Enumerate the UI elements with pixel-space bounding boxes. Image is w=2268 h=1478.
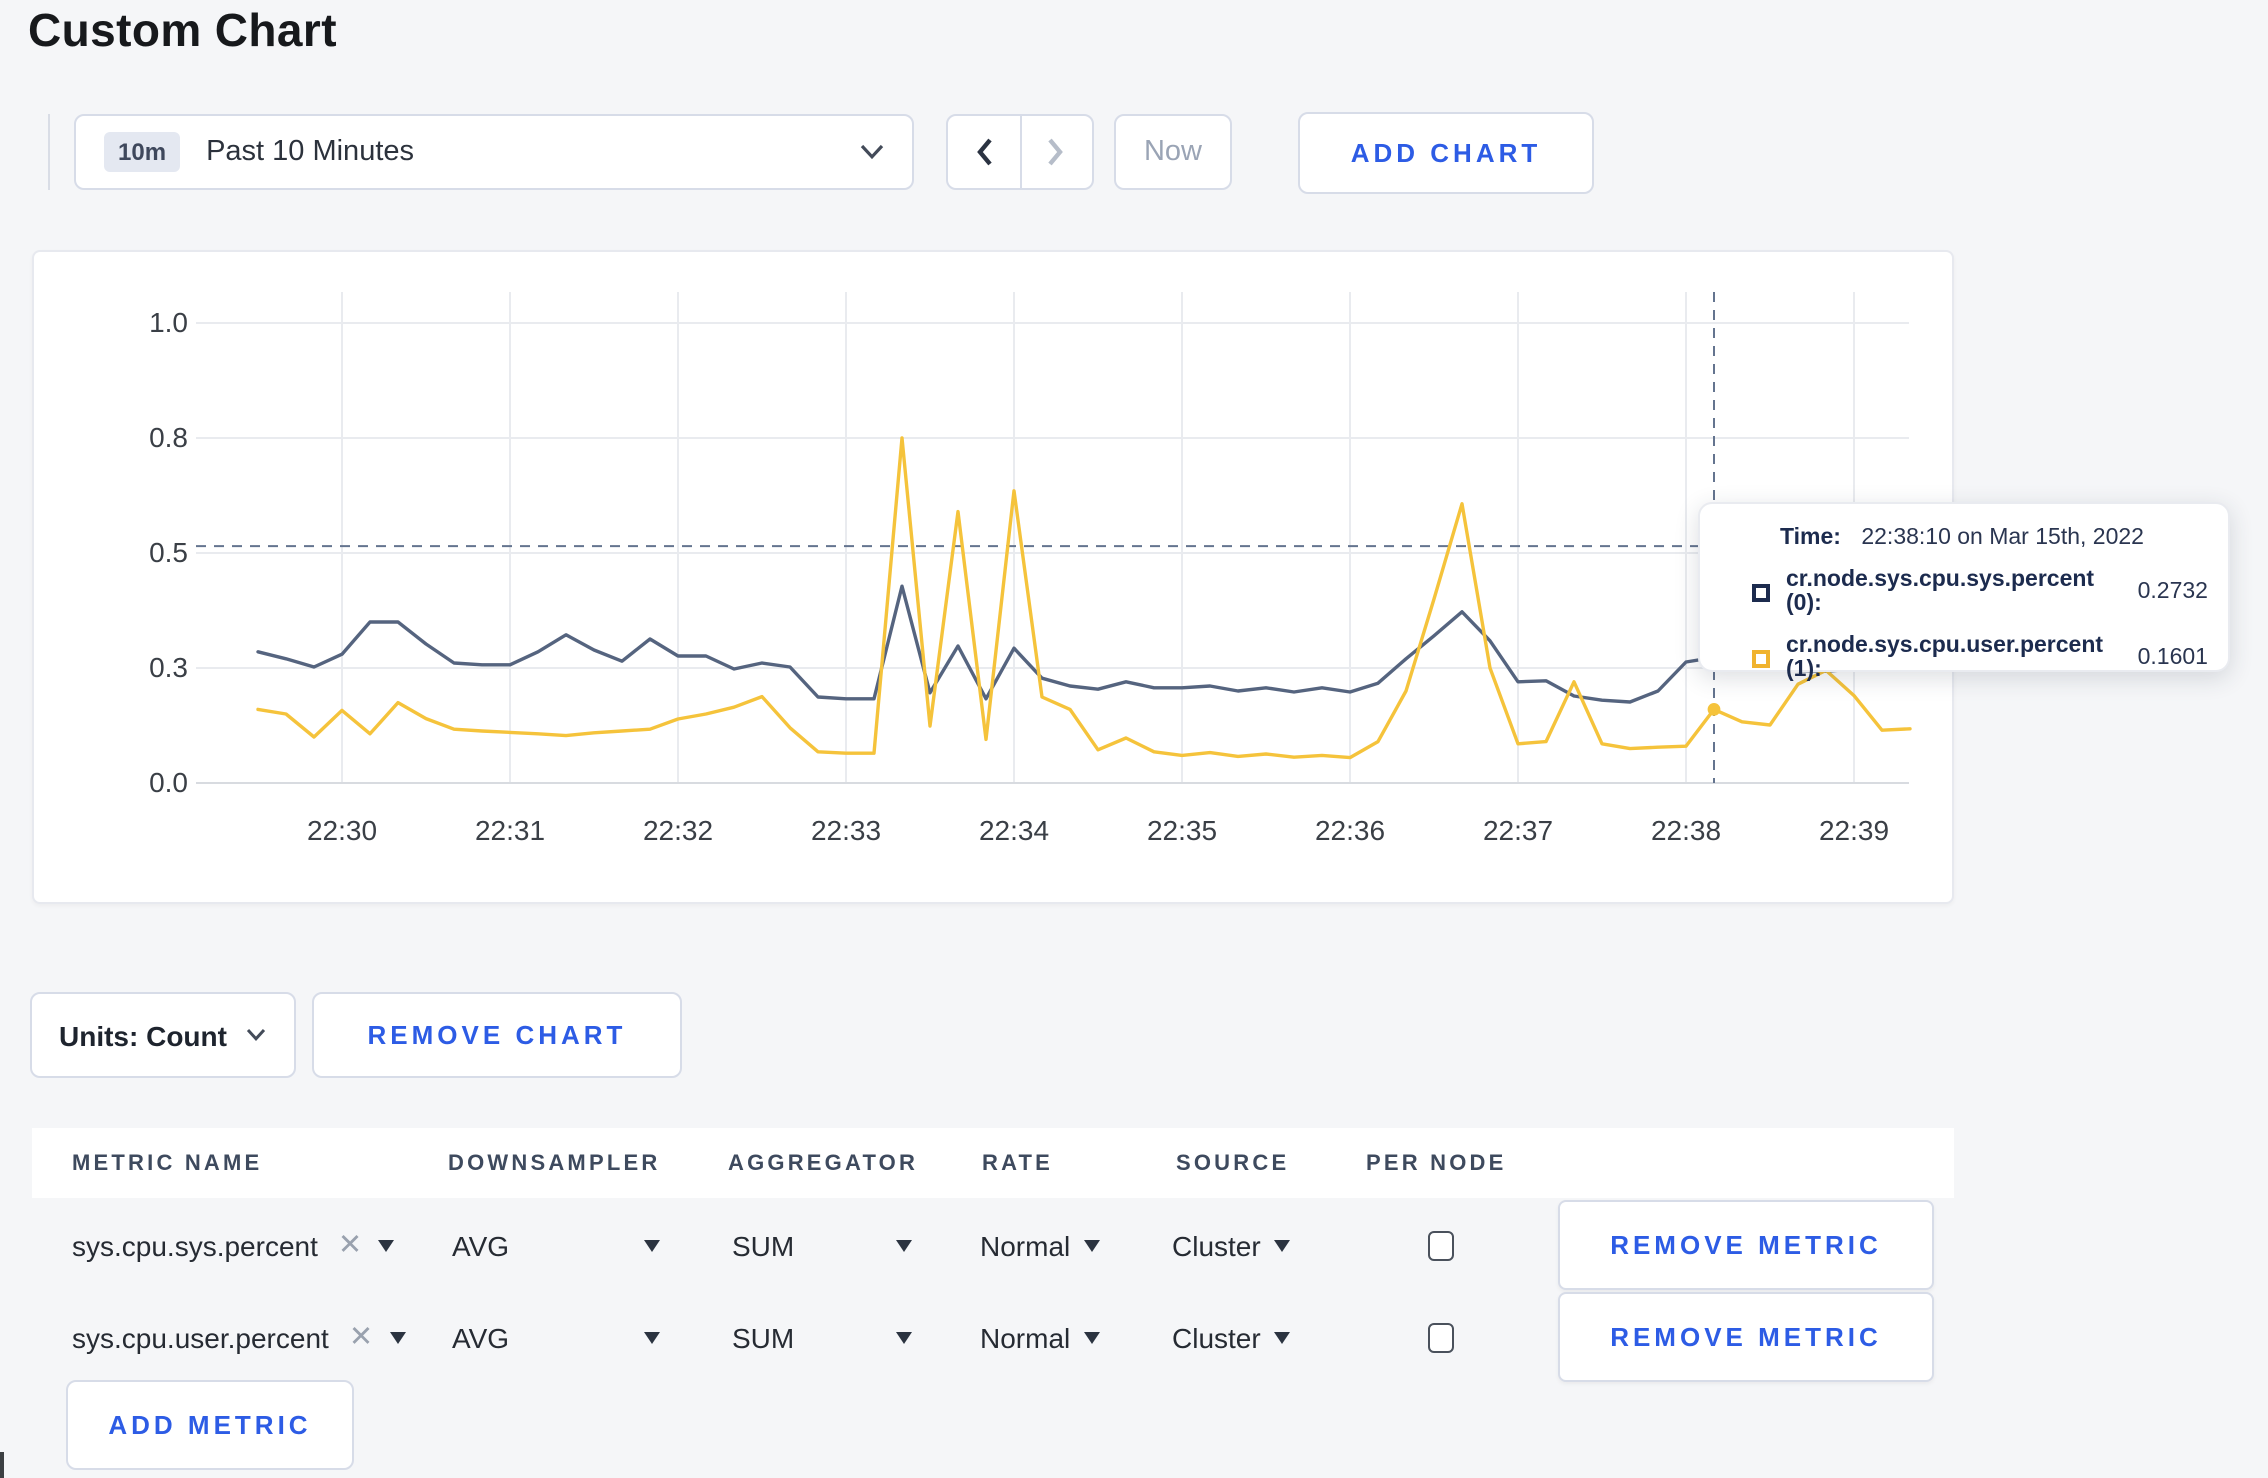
- svg-text:22:31: 22:31: [475, 815, 545, 846]
- time-window-badge: 10m: [104, 132, 181, 172]
- aggregator-value[interactable]: SUM: [732, 1322, 794, 1354]
- chevron-down-icon: [378, 1240, 395, 1252]
- rate-select[interactable]: Normal: [980, 1322, 1101, 1354]
- chevron-down-icon: [389, 1332, 406, 1344]
- svg-text:22:36: 22:36: [1315, 815, 1385, 846]
- time-pager: [946, 114, 1094, 190]
- chevron-down-icon: [1084, 1240, 1101, 1252]
- col-rate: RATE: [982, 1151, 1054, 1175]
- tooltip-time-value: 22:38:10 on Mar 15th, 2022: [1861, 526, 2144, 550]
- svg-text:22:30: 22:30: [307, 815, 377, 846]
- svg-text:22:34: 22:34: [979, 815, 1049, 846]
- metrics-table-header: METRIC NAME DOWNSAMPLER AGGREGATOR RATE …: [32, 1128, 1954, 1198]
- aggregator-dropdown-icon[interactable]: [896, 1240, 912, 1252]
- svg-text:0.0: 0.0: [149, 767, 188, 798]
- chevron-down-icon: [1274, 1240, 1291, 1252]
- tooltip-series-value: 0.2732: [2137, 580, 2208, 604]
- now-button[interactable]: Now: [1114, 114, 1232, 190]
- col-metric-name: METRIC NAME: [72, 1151, 263, 1175]
- clear-metric-icon[interactable]: ✕: [349, 1322, 373, 1354]
- clear-metric-icon[interactable]: ✕: [338, 1230, 362, 1262]
- prev-time-button[interactable]: [948, 116, 1019, 188]
- metric-name-select[interactable]: sys.cpu.user.percent ✕: [72, 1322, 406, 1354]
- page-title: Custom Chart: [28, 4, 337, 56]
- downsampler-value[interactable]: AVG: [452, 1322, 509, 1354]
- tooltip-series-value: 0.1601: [2137, 646, 2208, 670]
- custom-chart-page: Custom Chart 10m Past 10 Minutes Now ADD…: [0, 0, 2268, 1478]
- tooltip-series-row: cr.node.sys.cpu.sys.percent (0): 0.2732: [1752, 568, 2208, 616]
- aggregator-value[interactable]: SUM: [732, 1230, 794, 1262]
- col-downsampler: DOWNSAMPLER: [448, 1151, 661, 1175]
- rate-select[interactable]: Normal: [980, 1230, 1101, 1262]
- chevron-left-icon: [976, 138, 992, 166]
- remove-metric-button[interactable]: REMOVE METRIC: [1558, 1200, 1934, 1290]
- svg-text:22:37: 22:37: [1483, 815, 1553, 846]
- metric-name-select[interactable]: sys.cpu.sys.percent ✕: [72, 1230, 395, 1262]
- svg-text:1.0: 1.0: [149, 307, 188, 338]
- svg-text:22:32: 22:32: [643, 815, 713, 846]
- downsampler-dropdown-icon[interactable]: [644, 1240, 660, 1252]
- per-node-cell: [1428, 1231, 1454, 1261]
- per-node-checkbox[interactable]: [1428, 1231, 1454, 1261]
- tooltip-series-name: cr.node.sys.cpu.sys.percent (0):: [1786, 568, 2095, 616]
- add-chart-button[interactable]: ADD CHART: [1298, 112, 1594, 194]
- svg-text:0.8: 0.8: [149, 422, 188, 453]
- chevron-down-icon: [247, 1028, 267, 1042]
- series-swatch-sys: [1752, 583, 1770, 601]
- col-per-node: PER NODE: [1366, 1151, 1507, 1175]
- svg-text:22:39: 22:39: [1819, 815, 1889, 846]
- chart-tooltip: Time: 22:38:10 on Mar 15th, 2022 cr.node…: [1698, 502, 2230, 682]
- col-source: SOURCE: [1176, 1151, 1290, 1175]
- svg-text:22:33: 22:33: [811, 815, 881, 846]
- series-swatch-user: [1752, 649, 1770, 667]
- units-label: Units: Count: [59, 1019, 227, 1051]
- chevron-down-icon: [860, 134, 884, 170]
- toolbar-divider: [48, 114, 50, 190]
- svg-text:22:35: 22:35: [1147, 815, 1217, 846]
- svg-text:0.3: 0.3: [149, 652, 188, 683]
- time-window-select[interactable]: 10m Past 10 Minutes: [74, 114, 914, 190]
- tooltip-series-name: cr.node.sys.cpu.user.percent (1):: [1786, 634, 2104, 682]
- next-time-button[interactable]: [1019, 116, 1092, 188]
- col-aggregator: AGGREGATOR: [728, 1151, 919, 1175]
- per-node-cell: [1428, 1323, 1454, 1353]
- downsampler-dropdown-icon[interactable]: [644, 1332, 660, 1344]
- tooltip-series-row: cr.node.sys.cpu.user.percent (1): 0.1601: [1752, 634, 2208, 682]
- chevron-down-icon: [1274, 1332, 1291, 1344]
- units-select[interactable]: Units: Count: [30, 992, 296, 1078]
- window-edge-artifact: [0, 1452, 4, 1478]
- tooltip-time-label: Time:: [1780, 526, 1841, 550]
- remove-chart-button[interactable]: REMOVE CHART: [312, 992, 682, 1078]
- source-select[interactable]: Cluster: [1172, 1322, 1291, 1354]
- svg-text:22:38: 22:38: [1651, 815, 1721, 846]
- source-select[interactable]: Cluster: [1172, 1230, 1291, 1262]
- downsampler-value[interactable]: AVG: [452, 1230, 509, 1262]
- time-window-label: Past 10 Minutes: [206, 136, 415, 168]
- chart-card: 0.0 0.3 0.5 0.8 1.0 22:30 22:31 22:32 22:33 22:34…: [32, 250, 1954, 904]
- remove-metric-button[interactable]: REMOVE METRIC: [1558, 1292, 1934, 1382]
- chevron-right-icon: [1048, 138, 1064, 166]
- aggregator-dropdown-icon[interactable]: [896, 1332, 912, 1344]
- svg-text:0.5: 0.5: [149, 537, 188, 568]
- timeseries-chart[interactable]: 0.0 0.3 0.5 0.8 1.0 22:30 22:31 22:32 22:33 22:34…: [34, 252, 1956, 906]
- add-metric-button[interactable]: ADD METRIC: [66, 1380, 354, 1470]
- chevron-down-icon: [1084, 1332, 1101, 1344]
- per-node-checkbox[interactable]: [1428, 1323, 1454, 1353]
